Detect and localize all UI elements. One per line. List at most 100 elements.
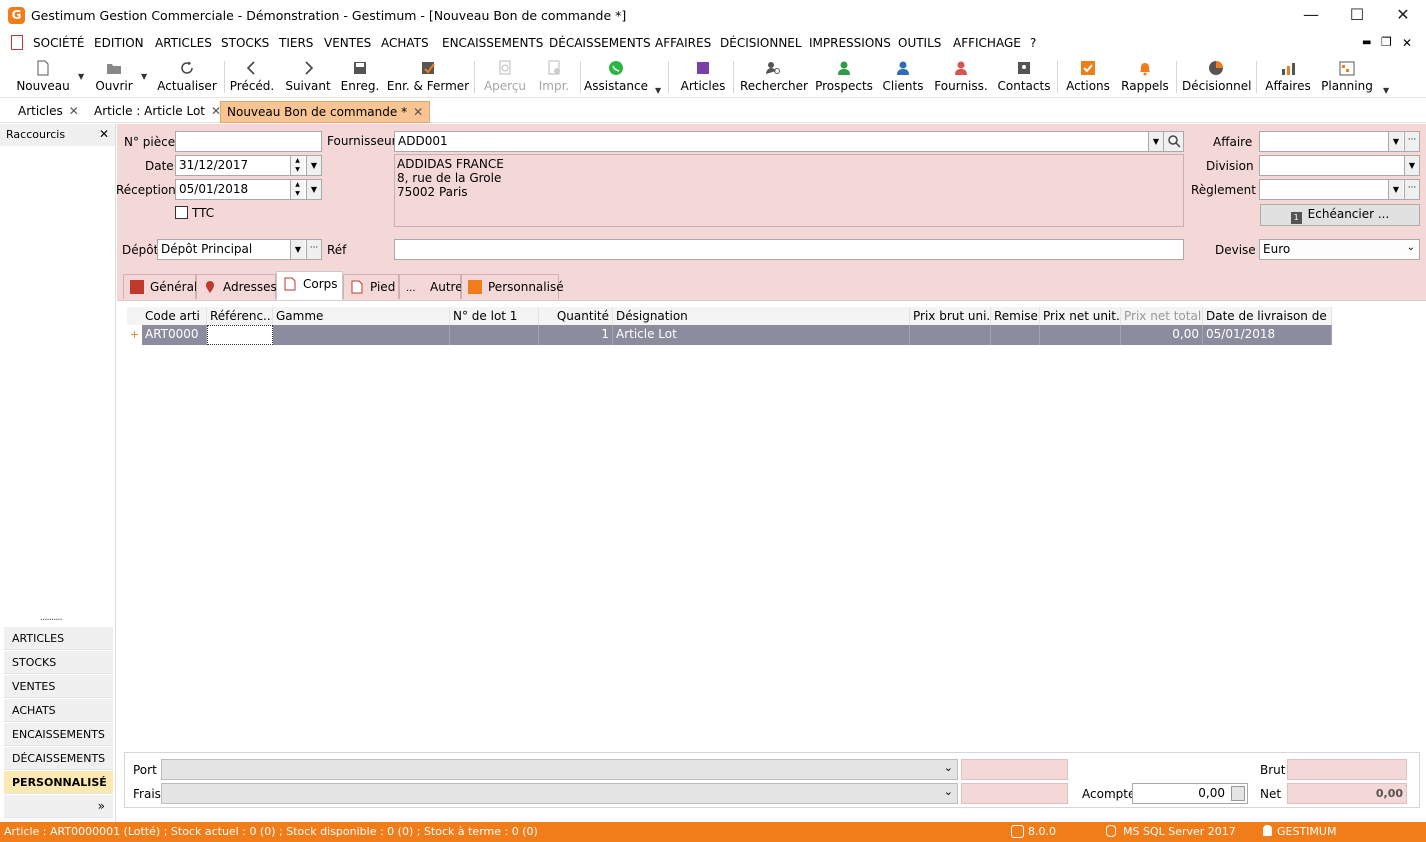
date-dropdown-icon[interactable]: ▼	[306, 156, 321, 175]
cell-gamme[interactable]	[273, 325, 450, 345]
frais-dropdown-icon[interactable]: ⌄	[944, 785, 953, 798]
port-amount[interactable]	[961, 759, 1068, 780]
col-header-lot[interactable]: N° de lot 1	[450, 307, 539, 325]
close-tab-icon[interactable]: ✕	[413, 105, 423, 119]
division-combo[interactable]: ▼	[1259, 155, 1420, 176]
col-header-prix-brut[interactable]: Prix brut uni...	[910, 307, 991, 325]
date-input[interactable]: 31/12/2017 ▲ ▼ ▼	[175, 155, 322, 176]
maximize-button[interactable]: ☐	[1334, 0, 1380, 32]
reception-spinner-icon[interactable]: ▲ ▼	[290, 180, 304, 199]
frais-combo[interactable]: ⌄	[161, 783, 958, 804]
tab-personnalise[interactable]: Personnalisé	[461, 274, 564, 299]
ttc-checkbox[interactable]	[175, 206, 188, 219]
menu-impressions[interactable]: IMPRESSIONS	[809, 36, 891, 50]
prospects-button[interactable]: Prospects	[814, 54, 874, 98]
frais-amount[interactable]	[961, 783, 1068, 804]
enregistrer-fermer-button[interactable]: Enr. & Fermer	[386, 54, 470, 98]
ouvrir-button[interactable]: Ouvrir	[88, 54, 140, 98]
close-tab-icon[interactable]: ✕	[69, 104, 79, 118]
calculator-icon[interactable]	[1231, 786, 1245, 801]
actions-button[interactable]: Actions	[1064, 54, 1112, 98]
col-header-gamme[interactable]: Gamme	[273, 307, 450, 325]
acompte-input[interactable]: 0,00	[1132, 783, 1248, 804]
menu-help[interactable]: ?	[1030, 36, 1036, 50]
date-spinner-icon[interactable]: ▲ ▼	[290, 156, 304, 175]
toolbar-overflow-icon[interactable]: ▼	[655, 86, 661, 95]
imprimer-button[interactable]: Impr.	[532, 54, 576, 98]
actualiser-button[interactable]: Actualiser	[156, 54, 218, 98]
clients-button[interactable]: Clients	[880, 54, 926, 98]
col-header-prix-net[interactable]: Prix net unit...	[1040, 307, 1121, 325]
rappels-button[interactable]: Rappels	[1118, 54, 1172, 98]
affaire-browse-button[interactable]: ···	[1404, 132, 1419, 151]
cell-prix-net-total[interactable]: 0,00	[1121, 325, 1203, 345]
port-combo[interactable]: ⌄	[161, 759, 958, 780]
reglement-combo[interactable]: ▼ ···	[1259, 179, 1420, 200]
affaire-combo[interactable]: ▼ ···	[1259, 131, 1420, 152]
col-header-remise[interactable]: Remise	[991, 307, 1040, 325]
tab-articles[interactable]: Articles ✕	[12, 101, 85, 123]
cell-prix-brut[interactable]	[910, 325, 991, 345]
close-panel-icon[interactable]: ✕	[99, 127, 109, 141]
tab-adresses[interactable]: Adresses	[196, 274, 277, 299]
echeancier-button[interactable]: 1 Echéancier ...	[1260, 204, 1420, 226]
menu-decisionnel[interactable]: DÉCISIONNEL	[720, 36, 802, 50]
menu-affaires[interactable]: AFFAIRES	[655, 36, 711, 50]
cell-remise[interactable]	[991, 325, 1040, 345]
nav-encaissements[interactable]: ENCAISSEMENTS	[4, 723, 113, 746]
menu-articles[interactable]: ARTICLES	[155, 36, 212, 50]
fournisseur-combo[interactable]: ADD001 ▼	[394, 131, 1184, 152]
menu-encaissements[interactable]: ENCAISSEMENTS	[442, 36, 543, 50]
nouveau-button[interactable]: Nouveau	[10, 54, 76, 98]
reception-date-input[interactable]: 05/01/2018 ▲ ▼ ▼	[175, 179, 322, 200]
menu-tiers[interactable]: TIERS	[279, 36, 313, 50]
depot-dropdown-icon[interactable]: ▼	[290, 240, 305, 259]
planning-button[interactable]: Planning	[1318, 54, 1376, 98]
tab-autre[interactable]: ··· Autre	[399, 274, 463, 299]
articles-button[interactable]: Articles	[678, 54, 728, 98]
panel-splitter-grip[interactable]: ..........	[40, 612, 63, 623]
division-dropdown-icon[interactable]: ▼	[1404, 156, 1419, 175]
depot-browse-button[interactable]: ···	[306, 240, 321, 259]
contacts-button[interactable]: Contacts	[996, 54, 1052, 98]
tab-general[interactable]: Général	[123, 274, 197, 299]
rechercher-button[interactable]: Rechercher	[740, 54, 808, 98]
minimize-button[interactable]: —	[1288, 0, 1334, 32]
fournisseurs-button[interactable]: Fourniss.	[932, 54, 990, 98]
reception-dropdown-icon[interactable]: ▼	[306, 180, 321, 199]
fournisseur-dropdown-icon[interactable]: ▼	[1148, 132, 1163, 151]
cell-quantite[interactable]: 1	[539, 325, 613, 345]
menu-outils[interactable]: OUTILS	[898, 36, 941, 50]
col-header-quantite[interactable]: Quantité	[539, 307, 613, 325]
depot-combo[interactable]: Dépôt Principal ▼ ···	[157, 239, 322, 260]
reglement-dropdown-icon[interactable]: ▼	[1388, 180, 1403, 199]
nav-ventes[interactable]: VENTES	[4, 675, 113, 698]
reglement-browse-button[interactable]: ···	[1404, 180, 1419, 199]
devise-dropdown-icon[interactable]: ⌄	[1407, 242, 1415, 253]
devise-combo[interactable]: Euro ⌄	[1259, 239, 1420, 260]
port-dropdown-icon[interactable]: ⌄	[944, 761, 953, 774]
fournisseur-search-button[interactable]	[1163, 132, 1183, 151]
npiece-input[interactable]	[175, 131, 322, 152]
suivant-button[interactable]: Suivant	[282, 54, 334, 98]
cell-designation[interactable]: Article Lot	[613, 325, 910, 345]
cell-code[interactable]: ART0000	[142, 325, 207, 345]
menu-achats[interactable]: ACHATS	[381, 36, 429, 50]
precedent-button[interactable]: Précéd.	[228, 54, 276, 98]
nav-decaissements[interactable]: DÉCAISSEMENTS	[4, 747, 113, 770]
cell-lot[interactable]	[450, 325, 539, 345]
mdi-restore-button[interactable]: ❐	[1381, 35, 1392, 49]
mdi-minimize-button[interactable]: ▬	[1362, 37, 1371, 48]
menu-stocks[interactable]: STOCKS	[221, 36, 269, 50]
col-header-designation[interactable]: Désignation	[613, 307, 910, 325]
nav-articles[interactable]: ARTICLES	[4, 627, 113, 650]
cell-date-livraison[interactable]: 05/01/2018	[1203, 325, 1332, 345]
affaires-button[interactable]: Affaires	[1262, 54, 1314, 98]
tab-nouveau-bon-de-commande[interactable]: Nouveau Bon de commande * ✕	[220, 101, 431, 123]
ouvrir-dropdown-icon[interactable]: ▼	[141, 72, 147, 81]
nav-stocks[interactable]: STOCKS	[4, 651, 113, 674]
col-header-prix-net-total[interactable]: Prix net total	[1121, 307, 1203, 325]
menu-affichage[interactable]: AFFICHAGE	[953, 36, 1021, 50]
cell-reference[interactable]	[207, 325, 273, 345]
col-header-date-livraison[interactable]: Date de livraison de l...	[1203, 307, 1332, 325]
